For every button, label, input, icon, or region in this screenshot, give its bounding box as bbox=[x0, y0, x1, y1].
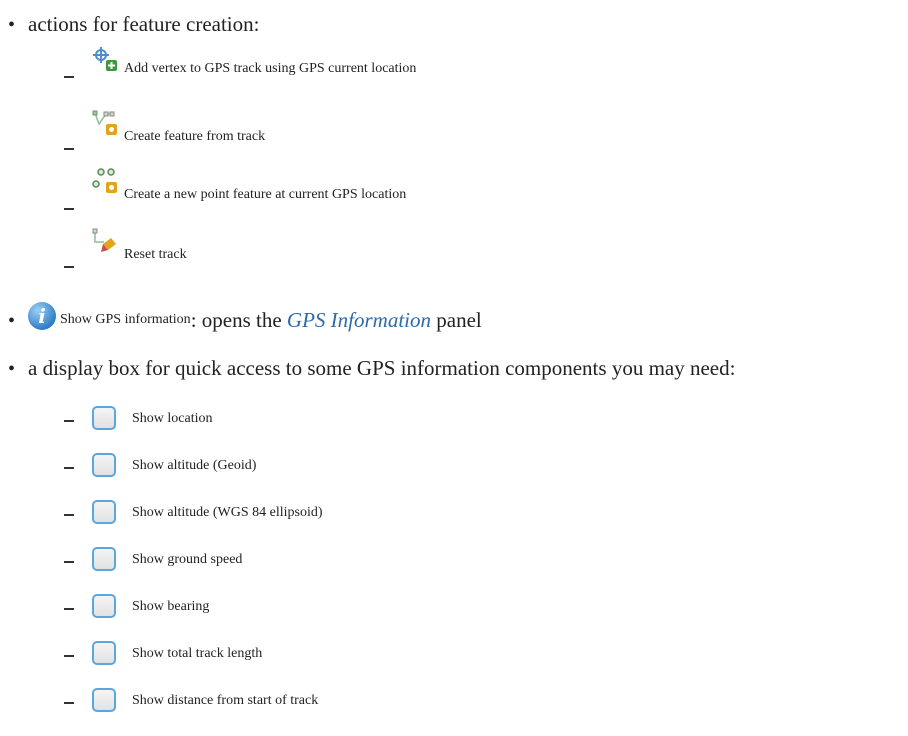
show-distance-from-start-label: Show distance from start of track bbox=[132, 693, 319, 708]
add-vertex-label: Add vertex to GPS track using GPS curren… bbox=[124, 61, 417, 76]
dash-marker bbox=[64, 514, 74, 516]
info-icon[interactable]: i bbox=[28, 302, 56, 331]
show-altitude-wgs84-label: Show altitude (WGS 84 ellipsoid) bbox=[132, 505, 323, 520]
show-altitude-geoid-label: Show altitude (Geoid) bbox=[132, 458, 257, 473]
dash-marker bbox=[64, 208, 74, 210]
dash-marker bbox=[64, 266, 74, 268]
show-gps-information-button-label: Show GPS information bbox=[60, 312, 191, 327]
dash-marker bbox=[64, 561, 74, 563]
reset-track-label: Reset track bbox=[124, 247, 187, 262]
show-total-track-length-checkbox[interactable] bbox=[92, 641, 116, 665]
dash-marker bbox=[64, 702, 74, 704]
bullet-feature-actions: • actions for feature creation: bbox=[8, 12, 259, 37]
create-point-feature-label: Create a new point feature at current GP… bbox=[124, 187, 407, 202]
dash-marker bbox=[64, 76, 74, 78]
bullet-marker: • bbox=[8, 14, 16, 36]
show-bearing-checkbox[interactable] bbox=[92, 594, 116, 618]
bullet-text: actions for feature creation: bbox=[28, 12, 260, 36]
bullet-text-after: panel bbox=[431, 308, 482, 332]
bullet-marker: • bbox=[8, 358, 16, 380]
dash-marker bbox=[64, 608, 74, 610]
bullet-marker: • bbox=[8, 310, 16, 332]
create-feature-from-track-icon[interactable] bbox=[92, 110, 118, 136]
show-distance-from-start-checkbox[interactable] bbox=[92, 688, 116, 712]
show-location-checkbox[interactable] bbox=[92, 406, 116, 430]
bullet-show-gps-info: • i Show GPS information: opens the GPS In… bbox=[8, 302, 482, 333]
show-bearing-label: Show bearing bbox=[132, 599, 210, 614]
show-altitude-wgs84-checkbox[interactable] bbox=[92, 500, 116, 524]
dash-marker bbox=[64, 420, 74, 422]
show-location-label: Show location bbox=[132, 411, 213, 426]
dash-marker bbox=[64, 467, 74, 469]
show-total-track-length-label: Show total track length bbox=[132, 646, 263, 661]
add-vertex-icon[interactable] bbox=[92, 46, 118, 72]
dash-marker bbox=[64, 655, 74, 657]
show-ground-speed-label: Show ground speed bbox=[132, 552, 243, 567]
create-feature-from-track-label: Create feature from track bbox=[124, 129, 266, 144]
reset-track-icon[interactable] bbox=[92, 228, 118, 254]
gps-information-link[interactable]: GPS Information bbox=[287, 308, 431, 332]
bullet-display-box: • a display box for quick access to some … bbox=[8, 356, 735, 381]
create-point-feature-icon[interactable] bbox=[92, 168, 118, 194]
dash-marker bbox=[64, 148, 74, 150]
bullet-text: a display box for quick access to some G… bbox=[28, 356, 736, 380]
bullet-text-before: : opens the bbox=[190, 308, 287, 332]
show-ground-speed-checkbox[interactable] bbox=[92, 547, 116, 571]
show-altitude-geoid-checkbox[interactable] bbox=[92, 453, 116, 477]
